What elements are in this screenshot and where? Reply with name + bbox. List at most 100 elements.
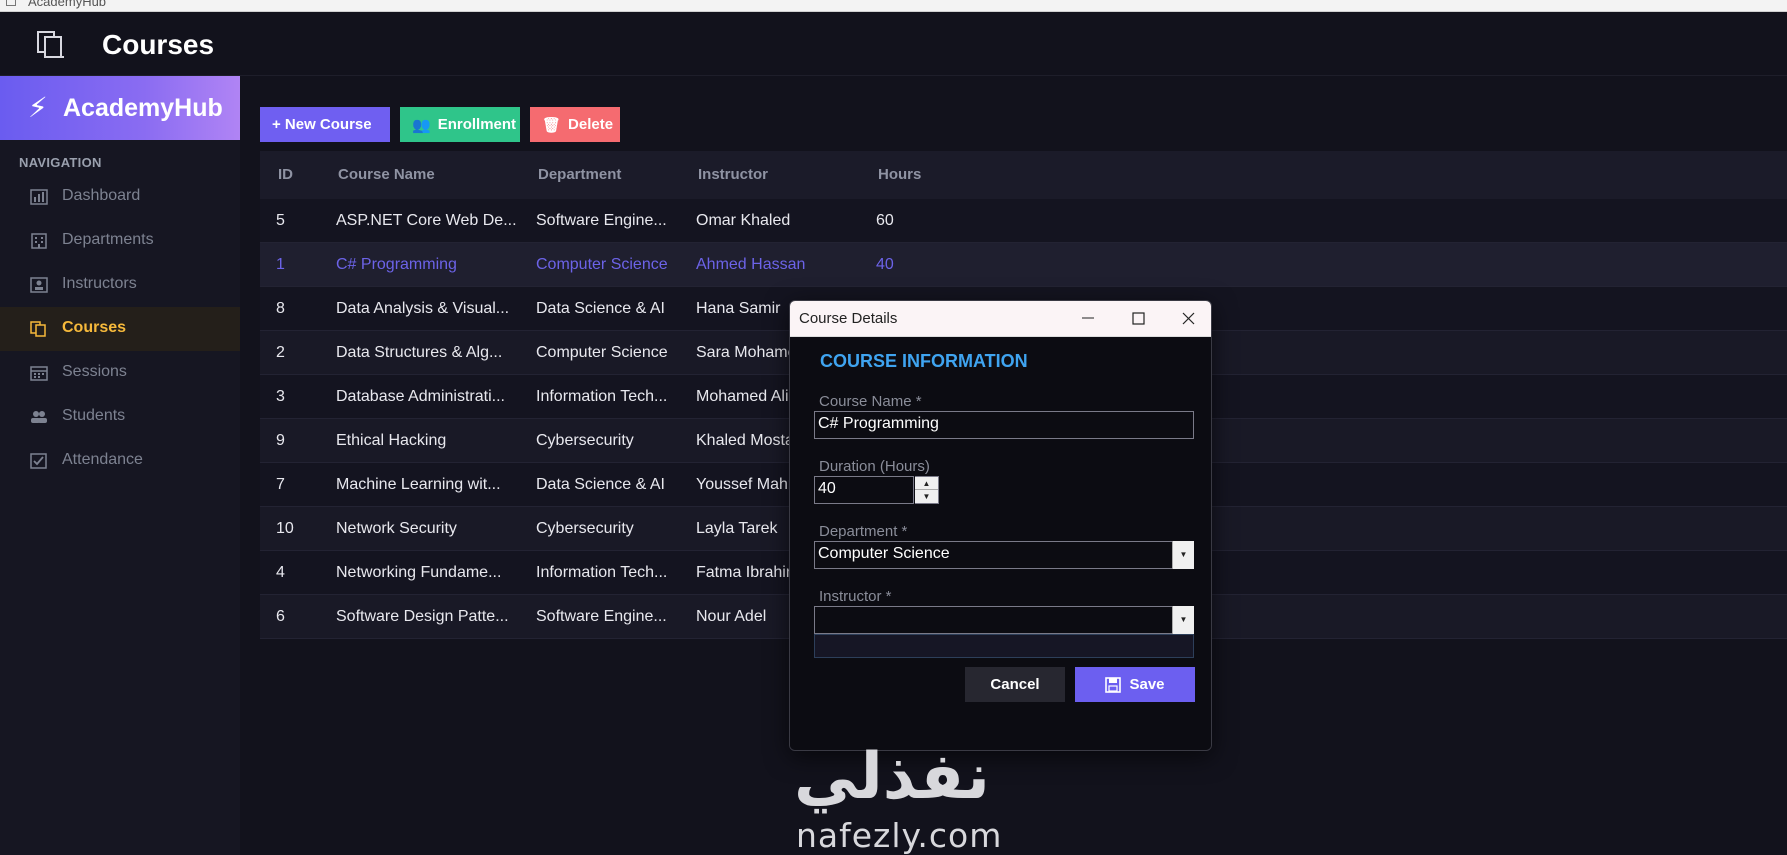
calendar-icon (30, 366, 48, 381)
cell-course-name: C# Programming (336, 256, 457, 273)
window-title-bar: AcademyHub (0, 0, 1787, 12)
cell-department: Data Science & AI (536, 476, 665, 493)
watermark-arabic: نفذلي (794, 740, 990, 814)
users-icon (31, 411, 47, 423)
maximize-button[interactable] (1113, 301, 1163, 337)
sidebar-item-label: Dashboard (62, 187, 141, 204)
cell-instructor: Mohamed Ali (696, 388, 789, 405)
column-header-instructor[interactable]: Instructor (698, 166, 768, 183)
new-course-label: + New Course (272, 116, 372, 133)
cell-department: Computer Science (536, 256, 668, 273)
cell-department: Cybersecurity (536, 432, 634, 449)
table-row[interactable]: 1 C# Programming Computer Science Ahmed Has… (260, 243, 1787, 287)
enrollment-button[interactable]: 👥 Enrollment (400, 107, 520, 142)
delete-button[interactable]: 🗑 Delete (530, 107, 620, 142)
close-icon (1182, 312, 1195, 325)
duration-stepper[interactable]: 40 (814, 476, 914, 504)
cell-department: Computer Science (536, 344, 668, 361)
brand-header: ⚡ AcademyHub (0, 76, 240, 140)
cell-department: Software Engine... (536, 608, 667, 625)
course-name-input[interactable]: C# Programming (814, 411, 1194, 439)
dialog-title-bar: Course Details (790, 301, 1211, 337)
chevron-down-icon[interactable]: ▼ (1172, 606, 1194, 634)
new-course-button[interactable]: + New Course (260, 107, 390, 142)
cell-hours: 60 (876, 212, 894, 229)
minimize-button[interactable] (1063, 301, 1113, 337)
stepper-down-button[interactable]: ▼ (915, 490, 938, 503)
cell-course-name: ASP.NET Core Web De... (336, 212, 517, 229)
cell-instructor: Sara Mohame (696, 344, 797, 361)
dialog-body: COURSE INFORMATION Course Name * C# Prog… (790, 337, 1211, 750)
save-label: Save (1129, 676, 1165, 693)
instructor-dropdown-list[interactable] (814, 634, 1194, 658)
sidebar-item-label: Attendance (62, 451, 143, 468)
duration-stepper-buttons: ▲ ▼ (915, 476, 939, 504)
dialog-title: Course Details (799, 310, 898, 327)
cell-hours: 40 (876, 256, 894, 273)
nav-heading: NAVIGATION (19, 155, 102, 170)
minimize-icon (1082, 317, 1094, 319)
trash-icon: 🗑 (542, 116, 562, 134)
bar-chart-icon (30, 189, 48, 205)
cell-department: Cybersecurity (536, 520, 634, 537)
sidebar-item-students[interactable]: Students (0, 395, 240, 439)
chevron-down-icon[interactable]: ▼ (1172, 541, 1194, 569)
cell-instructor: Ahmed Hassan (696, 256, 806, 273)
sidebar-item-sessions[interactable]: Sessions (0, 351, 240, 395)
bolt-icon: ⚡ (28, 92, 48, 123)
column-header-department[interactable]: Department (538, 166, 621, 183)
sidebar-item-instructors[interactable]: Instructors (0, 263, 240, 307)
department-value: Computer Science (818, 545, 950, 562)
sidebar-item-courses[interactable]: Courses (0, 307, 240, 351)
department-label: Department * (819, 523, 908, 540)
cell-id: 9 (276, 432, 285, 449)
column-header-id[interactable]: ID (278, 166, 293, 183)
column-header-course-name[interactable]: Course Name (338, 166, 435, 183)
cell-id: 10 (276, 520, 294, 537)
cell-instructor: Hana Samir (696, 300, 781, 317)
app-icon (6, 0, 16, 6)
teacher-icon (30, 277, 48, 293)
cell-course-name: Networking Fundame... (336, 564, 502, 581)
close-button[interactable] (1163, 301, 1211, 337)
courses-icon (37, 31, 64, 58)
sidebar-item-attendance[interactable]: Attendance (0, 439, 240, 483)
table-header: ID Course Name Department Instructor Hou… (260, 151, 1787, 199)
column-header-hours[interactable]: Hours (878, 166, 921, 183)
building-icon (31, 233, 47, 249)
department-select[interactable]: Computer Science (814, 541, 1194, 569)
cell-instructor: Youssef Mahr (696, 476, 794, 493)
cell-department: Data Science & AI (536, 300, 665, 317)
sidebar-item-label: Students (62, 407, 126, 424)
sidebar-item-departments[interactable]: Departments (0, 219, 240, 263)
cell-instructor: Layla Tarek (696, 520, 778, 537)
cell-course-name: Data Structures & Alg... (336, 344, 503, 361)
sidebar-item-dashboard[interactable]: Dashboard (0, 175, 240, 219)
checkbox-icon (30, 453, 47, 469)
course-name-label: Course Name * (819, 393, 922, 410)
delete-label: Delete (568, 116, 614, 133)
save-button[interactable]: Save (1075, 667, 1195, 702)
sidebar-item-label: Sessions (62, 363, 127, 380)
brand-name: AcademyHub (63, 94, 223, 122)
watermark-latin: nafezly.com (796, 816, 1003, 855)
cell-instructor: Omar Khaled (696, 212, 791, 229)
cell-id: 2 (276, 344, 285, 361)
cell-course-name: Network Security (336, 520, 457, 537)
cell-instructor: Fatma Ibrahin (696, 564, 795, 581)
stepper-up-button[interactable]: ▲ (915, 477, 938, 490)
sidebar: ⚡ AcademyHub NAVIGATION Dashboard Depart… (0, 76, 240, 855)
cell-id: 8 (276, 300, 285, 317)
save-icon (1105, 676, 1122, 693)
instructor-select[interactable] (814, 606, 1194, 634)
table-row[interactable]: 5 ASP.NET Core Web De... Software Engine..… (260, 199, 1787, 243)
cell-course-name: Machine Learning wit... (336, 476, 501, 493)
maximize-icon (1132, 312, 1145, 325)
cell-department: Information Tech... (536, 388, 668, 405)
cancel-button[interactable]: Cancel (965, 667, 1065, 702)
users-icon: 👥 (412, 116, 431, 134)
top-bar: Courses (0, 12, 1787, 76)
cell-course-name: Database Administrati... (336, 388, 505, 405)
cell-id: 1 (276, 256, 285, 273)
enrollment-label: Enrollment (437, 116, 517, 133)
